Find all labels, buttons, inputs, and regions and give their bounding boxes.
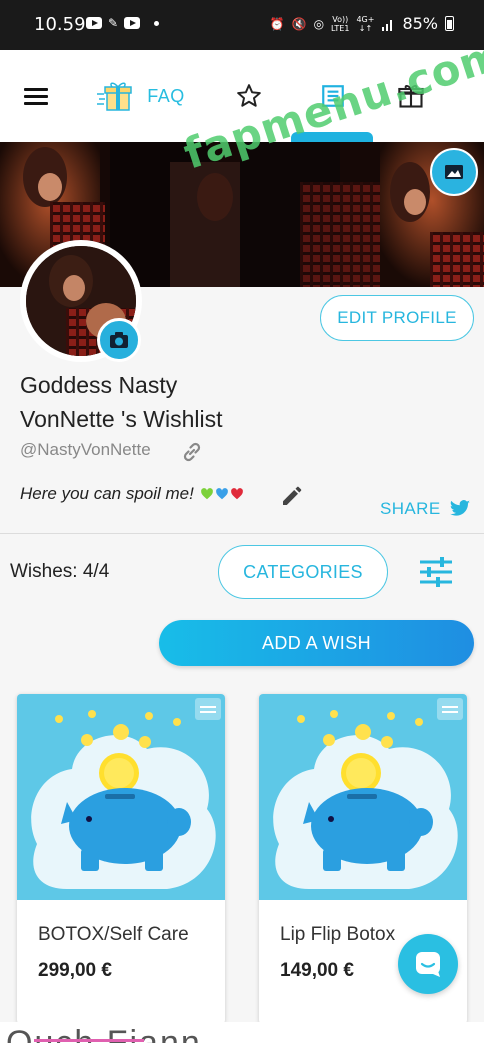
volte-label: Vo)) (332, 14, 349, 24)
signal-icon (382, 19, 393, 31)
bio-text: Here you can spoil me! (20, 484, 194, 503)
gifts-tab[interactable] (396, 76, 426, 116)
wish-title: Lip Flip Botox (280, 924, 396, 945)
menu-button[interactable] (22, 76, 50, 116)
wish-image (259, 694, 467, 900)
alarm-icon: ⏰ (269, 16, 285, 31)
star-icon (237, 84, 261, 107)
app-header: FAQ (0, 50, 484, 142)
change-cover-button[interactable] (430, 148, 478, 196)
drag-handle[interactable] (195, 698, 221, 720)
youtube-icon (124, 17, 140, 29)
drag-handle[interactable] (437, 698, 463, 720)
camera-icon (110, 332, 128, 348)
copy-link-button[interactable] (180, 440, 204, 464)
wish-price: 149,00 € (280, 960, 354, 981)
pencil-icon (283, 486, 302, 505)
faq-link[interactable]: FAQ (86, 76, 196, 116)
lte-label: LTE1 (331, 23, 350, 33)
gift-icon (97, 82, 132, 111)
notification-icons: ✎ (86, 16, 159, 30)
bottom-overlay: Ouch Fiann... (0, 1022, 484, 1043)
network-type-label: 4G+ (356, 14, 375, 24)
data-arrows-label: ↓↑ (358, 23, 373, 33)
share-button[interactable]: SHARE (380, 499, 471, 519)
wishlist-title: Goddess Nasty VonNette 's Wishlist (20, 368, 300, 436)
filter-button[interactable] (416, 552, 456, 592)
menu-icon (24, 84, 48, 109)
image-icon (445, 165, 463, 179)
faq-label: FAQ (147, 85, 185, 106)
wish-image (17, 694, 225, 900)
sliders-icon (420, 557, 452, 587)
gift-box-icon (398, 85, 424, 108)
wishlist-tab[interactable] (318, 76, 348, 116)
battery-icon (445, 16, 454, 31)
youtube-icon (86, 17, 102, 29)
chat-button[interactable] (398, 934, 458, 994)
volte-indicator: Vo)) LTE1 (331, 15, 349, 33)
battery-percent: 85% (402, 14, 438, 33)
wish-price: 299,00 € (38, 960, 112, 981)
twitter-icon (449, 500, 470, 516)
wishlist-title-line1: Goddess Nasty (20, 372, 178, 398)
data-indicator: 4G+ ↓↑ (356, 15, 374, 33)
edit-bio-button[interactable] (280, 484, 304, 508)
categories-button[interactable]: CATEGORIES (218, 545, 388, 599)
edit-profile-button[interactable]: EDIT PROFILE (320, 295, 474, 341)
piggy-bank-illustration (31, 710, 216, 889)
mic-icon: ✎ (108, 16, 119, 30)
bio-hearts (200, 487, 244, 501)
hotspot-icon: ◎ (313, 16, 325, 31)
section-divider (0, 533, 484, 534)
green-heart-icon (200, 488, 213, 500)
wish-card[interactable]: BOTOX/Self Care 299,00 € (17, 694, 225, 1024)
link-icon (183, 442, 201, 462)
share-label: SHARE (380, 499, 441, 518)
red-heart-icon (230, 488, 243, 500)
status-time: 10.59 (34, 14, 86, 35)
list-icon (322, 85, 344, 107)
status-bar: 10.59 ✎ ⏰ 🔇 ◎ Vo)) LTE1 4G+ ↓↑ 85% (0, 0, 484, 50)
profile-bio: Here you can spoil me! (20, 484, 244, 504)
favorites-tab[interactable] (234, 76, 264, 116)
wish-title: BOTOX/Self Care (38, 924, 189, 945)
chat-icon (416, 952, 440, 977)
more-notifications-icon (154, 20, 159, 26)
mute-icon: 🔇 (291, 16, 307, 31)
bottom-accent-line (34, 1039, 144, 1042)
blue-heart-icon (215, 488, 228, 500)
active-tab-indicator (291, 132, 373, 142)
piggy-bank-illustration (273, 710, 458, 889)
wishes-count: Wishes: 4/4 (10, 561, 110, 582)
change-avatar-button[interactable] (97, 318, 141, 362)
add-wish-button[interactable]: ADD A WISH (159, 620, 474, 666)
system-icons: ⏰ 🔇 ◎ Vo)) LTE1 4G+ ↓↑ 85% (270, 14, 454, 33)
wishlist-title-line2: VonNette 's Wishlist (20, 406, 223, 432)
username-handle: @NastyVonNette (20, 440, 151, 459)
